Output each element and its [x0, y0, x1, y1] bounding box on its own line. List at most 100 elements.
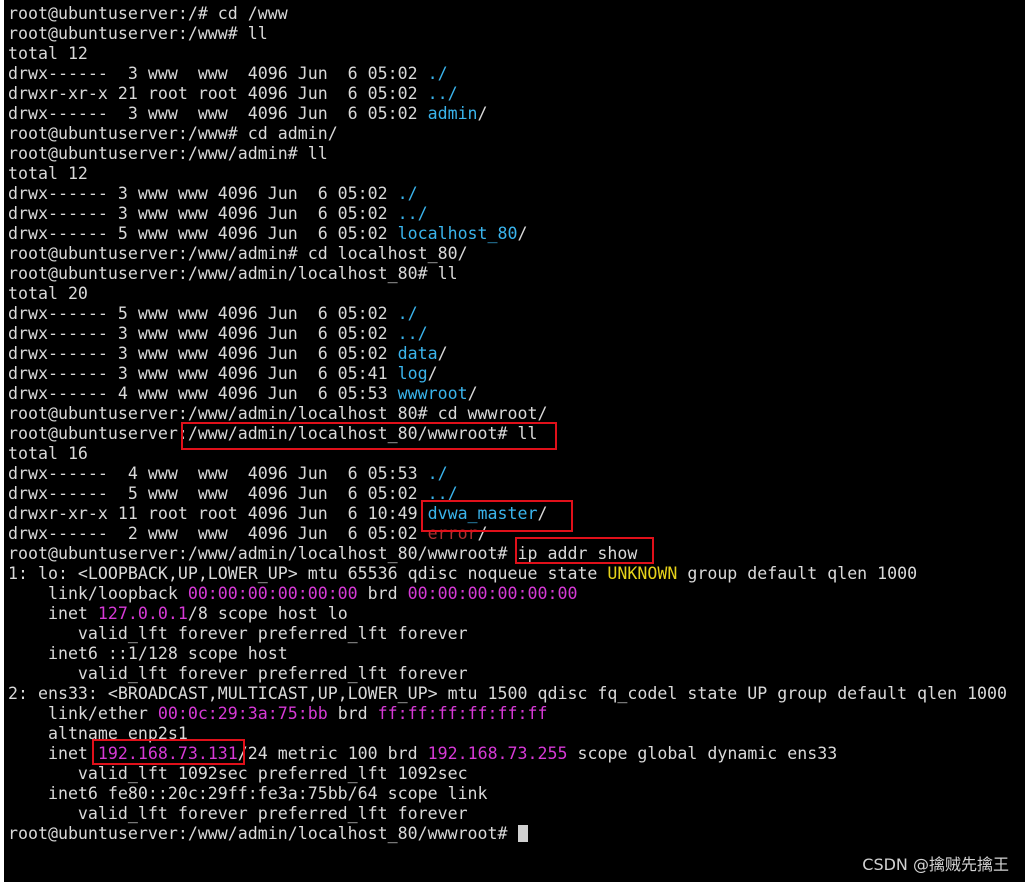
terminal-text: drwx------ 3 www www 4096 Jun 6 05:02 — [8, 324, 398, 343]
terminal-line: drwx------ 3 www www 4096 Jun 6 05:02 ./ — [8, 184, 1007, 204]
address-value: 192.168.73.131 — [97, 744, 238, 763]
terminal-text: /24 metric 100 brd — [237, 744, 428, 763]
terminal-text: valid_lft forever preferred_lft forever — [8, 664, 468, 683]
terminal-text: drwxr-xr-x 21 root root 4096 Jun 6 05:02 — [8, 84, 428, 103]
terminal-text: scope global dynamic ens33 — [567, 744, 838, 763]
terminal-text: link/ether — [8, 704, 158, 723]
address-value: 00:00:00:00:00:00 — [187, 584, 358, 603]
terminal-line: valid_lft forever preferred_lft forever — [8, 804, 1007, 824]
terminal-line: valid_lft 1092sec preferred_lft 1092sec — [8, 764, 1007, 784]
terminal-line: drwxr-xr-x 21 root root 4096 Jun 6 05:02… — [8, 84, 1007, 104]
terminal-text: drwx------ 5 www www 4096 Jun 6 05:02 — [8, 224, 398, 243]
terminal-line: root@ubuntuserver:/www/admin/localhost_8… — [8, 264, 1007, 284]
terminal-line: drwx------ 4 www www 4096 Jun 6 05:53 ./ — [8, 464, 1007, 484]
terminal-text: total 12 — [8, 44, 88, 63]
directory-name: ../ — [427, 84, 458, 103]
terminal-text: total 16 — [8, 444, 88, 463]
terminal-text: group default qlen 1000 — [677, 564, 918, 583]
terminal-line: inet 127.0.0.1/8 scope host lo — [8, 604, 1007, 624]
terminal-text: drwxr-xr-x 11 root root 4096 Jun 6 10:49 — [8, 504, 428, 523]
terminal-cursor — [517, 825, 528, 842]
address-value: 00:00:00:00:00:00 — [407, 584, 578, 603]
terminal-line: drwx------ 5 www www 4096 Jun 6 05:02 ..… — [8, 484, 1007, 504]
terminal-line: total 20 — [8, 284, 1007, 304]
terminal-line: inet6 fe80::20c:29ff:fe3a:75bb/64 scope … — [8, 784, 1007, 804]
csdn-watermark: CSDN @擒贼先擒王 — [862, 855, 1009, 874]
terminal-line: drwxr-xr-x 11 root root 4096 Jun 6 10:49… — [8, 504, 1007, 524]
terminal-line: total 12 — [8, 44, 1007, 64]
terminal-line: drwx------ 3 www www 4096 Jun 6 05:41 lo… — [8, 364, 1007, 384]
terminal-text: drwx------ 3 www www 4096 Jun 6 05:02 — [8, 64, 428, 83]
terminal-line: drwx------ 3 www www 4096 Jun 6 05:02 ad… — [8, 104, 1007, 124]
terminal-line: root@ubuntuserver:/www/admin/localhost_8… — [8, 424, 1007, 444]
directory-name: data — [397, 344, 438, 363]
terminal-text: inet — [8, 604, 98, 623]
address-value: 00:0c:29:3a:75:bb — [157, 704, 328, 723]
terminal-text: brd — [357, 584, 408, 603]
terminal-line: total 16 — [8, 444, 1007, 464]
terminal-text: link/loopback — [8, 584, 188, 603]
directory-name: ./ — [427, 464, 448, 483]
terminal-line: drwx------ 5 www www 4096 Jun 6 05:02 ./ — [8, 304, 1007, 324]
terminal-text: altname enp2s1 — [8, 724, 188, 743]
terminal-line: drwx------ 4 www www 4096 Jun 6 05:53 ww… — [8, 384, 1007, 404]
terminal-text: drwx------ 3 www www 4096 Jun 6 05:02 — [8, 204, 398, 223]
terminal-text: drwx------ 3 www www 4096 Jun 6 05:02 — [8, 104, 428, 123]
terminal-line: inet 192.168.73.131/24 metric 100 brd 19… — [8, 744, 1007, 764]
terminal-text: total 20 — [8, 284, 88, 303]
terminal-line: root@ubuntuserver:/www# ll — [8, 24, 1007, 44]
terminal-text: root@ubuntuserver:/www/admin# ll — [8, 144, 328, 163]
terminal-text: root@ubuntuserver:/www/admin# cd localho… — [8, 244, 468, 263]
terminal-text: inet6 fe80::20c:29ff:fe3a:75bb/64 scope … — [8, 784, 488, 803]
terminal-line: drwx------ 5 www www 4096 Jun 6 05:02 lo… — [8, 224, 1007, 244]
terminal-text: / — [427, 364, 438, 383]
terminal-line: root@ubuntuserver:/www# cd admin/ — [8, 124, 1007, 144]
terminal-text: / — [437, 344, 448, 363]
directory-name: ./ — [427, 64, 448, 83]
terminal-text: drwx------ 3 www www 4096 Jun 6 05:02 — [8, 344, 398, 363]
directory-name: log — [397, 364, 428, 383]
directory-name: localhost_80 — [397, 224, 518, 243]
terminal-text: valid_lft 1092sec preferred_lft 1092sec — [8, 764, 468, 783]
terminal-text: root@ubuntuserver:/# cd /www — [8, 4, 288, 23]
terminal-text: inet6 ::1/128 scope host — [8, 644, 288, 663]
terminal-text: valid_lft forever preferred_lft forever — [8, 804, 468, 823]
terminal-line: root@ubuntuserver:/www/admin/localhost_8… — [8, 824, 1007, 844]
terminal-text: drwx------ 5 www www 4096 Jun 6 05:02 — [8, 484, 428, 503]
terminal-line: root@ubuntuserver:/www/admin/localhost_8… — [8, 404, 1007, 424]
terminal-text: inet — [8, 744, 98, 763]
directory-name: ../ — [397, 204, 428, 223]
terminal-text: /8 scope host lo — [187, 604, 348, 623]
terminal-text: 1: lo: <LOOPBACK,UP,LOWER_UP> mtu 65536 … — [8, 564, 608, 583]
terminal-line: link/loopback 00:00:00:00:00:00 brd 00:0… — [8, 584, 1007, 604]
directory-name: admin — [427, 104, 478, 123]
address-value: ff:ff:ff:ff:ff:ff — [377, 704, 548, 723]
terminal-line: drwx------ 3 www www 4096 Jun 6 05:02 ..… — [8, 324, 1007, 344]
terminal-line: valid_lft forever preferred_lft forever — [8, 624, 1007, 644]
terminal-text: / — [477, 104, 488, 123]
terminal-text: drwx------ 3 www www 4096 Jun 6 05:41 — [8, 364, 398, 383]
directory-name: wwwroot — [397, 384, 468, 403]
terminal-text: root@ubuntuserver:/www/admin/localhost_8… — [8, 824, 518, 843]
directory-name: ../ — [397, 324, 428, 343]
terminal-line: inet6 ::1/128 scope host — [8, 644, 1007, 664]
terminal-text: root@ubuntuserver:/www/admin/localhost_8… — [8, 424, 538, 443]
terminal-text: drwx------ 4 www www 4096 Jun 6 05:53 — [8, 384, 398, 403]
terminal-text: root@ubuntuserver:/www/admin/localhost_8… — [8, 544, 638, 563]
terminal-output: root@ubuntuserver:/# cd /www root@ubuntus… — [8, 4, 1007, 844]
terminal-text: drwx------ 2 www www 4096 Jun 6 05:02 — [8, 524, 428, 543]
terminal-line: valid_lft forever preferred_lft forever — [8, 664, 1007, 684]
terminal-text: total 12 — [8, 164, 88, 183]
directory-name: ../ — [427, 484, 458, 503]
terminal-text: drwx------ 4 www www 4096 Jun 6 05:53 — [8, 464, 428, 483]
terminal-text: root@ubuntuserver:/www/admin/localhost_8… — [8, 264, 458, 283]
terminal-line: link/ether 00:0c:29:3a:75:bb brd ff:ff:f… — [8, 704, 1007, 724]
address-value: 127.0.0.1 — [97, 604, 188, 623]
terminal-line: 2: ens33: <BROADCAST,MULTICAST,UP,LOWER_… — [8, 684, 1007, 704]
terminal-text: drwx------ 5 www www 4096 Jun 6 05:02 — [8, 304, 398, 323]
directory-name: error — [427, 524, 478, 543]
terminal-text: / — [477, 524, 488, 543]
terminal-text: root@ubuntuserver:/www/admin/localhost_8… — [8, 404, 548, 423]
terminal-window[interactable]: root@ubuntuserver:/# cd /www root@ubuntus… — [4, 0, 1025, 882]
terminal-line: total 12 — [8, 164, 1007, 184]
